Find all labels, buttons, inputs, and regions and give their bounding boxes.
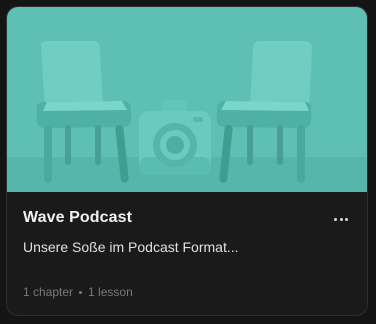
camera-shape (139, 100, 211, 175)
more-horizontal-icon (334, 217, 338, 221)
course-meta: 1 chapter 1 lesson (23, 285, 133, 299)
podcast-chairs-camera-illustration (7, 41, 367, 192)
chapter-count: 1 chapter (23, 285, 74, 299)
separator-dot (79, 290, 83, 294)
more-icon-dot (344, 217, 348, 221)
course-card[interactable]: Wave Podcast Unsere Soße im Podcast Form… (6, 6, 368, 316)
lesson-count: 1 lesson (88, 285, 133, 299)
more-icon-dot (339, 217, 343, 221)
course-thumbnail (7, 7, 367, 192)
more-options-button[interactable] (329, 209, 353, 229)
course-title[interactable]: Wave Podcast (23, 209, 132, 227)
course-description: Unsere Soße im Podcast Format... (23, 239, 239, 255)
